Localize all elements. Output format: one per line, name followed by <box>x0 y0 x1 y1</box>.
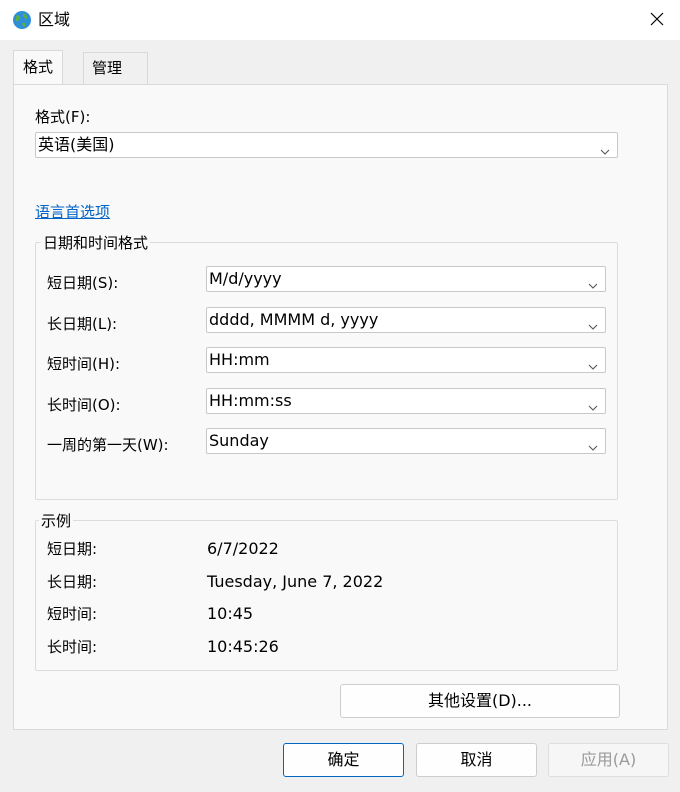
tab-strip: 格式 管理 <box>13 50 668 84</box>
tab-administrative[interactable]: 管理 <box>83 52 148 84</box>
short-date-value: M/d/yyyy <box>209 269 282 288</box>
short-time-label: 短时间(H): <box>47 355 121 373</box>
format-label: 格式(F): <box>35 108 91 126</box>
example-short-date-label: 短日期: <box>47 540 98 558</box>
globe-icon <box>12 10 32 30</box>
example-long-date-label: 长日期: <box>47 573 98 591</box>
close-icon <box>650 11 664 30</box>
apply-button[interactable]: 应用(A) <box>548 743 669 777</box>
language-preferences-link[interactable]: 语言首选项 <box>35 202 110 222</box>
long-date-select[interactable]: dddd, MMMM d, yyyy <box>206 307 606 333</box>
tab-formats[interactable]: 格式 <box>13 50 64 84</box>
example-short-date-value: 6/7/2022 <box>207 539 279 558</box>
chevron-down-icon <box>588 397 598 411</box>
additional-settings-button[interactable]: 其他设置(D)... <box>340 684 620 718</box>
cancel-button[interactable]: 取消 <box>416 743 537 777</box>
example-short-time-label: 短时间: <box>47 605 98 623</box>
chevron-down-icon <box>588 316 598 330</box>
close-button[interactable] <box>634 0 680 40</box>
chevron-down-icon <box>588 356 598 370</box>
first-day-of-week-value: Sunday <box>209 431 269 450</box>
first-day-of-week-select[interactable]: Sunday <box>206 428 606 454</box>
short-time-value: HH:mm <box>209 350 270 369</box>
examples-group-title: 示例 <box>39 512 74 530</box>
long-time-select[interactable]: HH:mm:ss <box>206 388 606 414</box>
ok-button[interactable]: 确定 <box>283 743 404 777</box>
chevron-down-icon <box>600 141 610 155</box>
long-date-label: 长日期(L): <box>47 315 118 333</box>
first-day-of-week-label: 一周的第一天(W): <box>47 436 169 454</box>
short-date-label: 短日期(S): <box>47 274 119 292</box>
datetime-group-title: 日期和时间格式 <box>41 234 151 252</box>
example-long-time-label: 长时间: <box>47 638 98 656</box>
example-long-date-value: Tuesday, June 7, 2022 <box>207 572 384 591</box>
example-long-time-value: 10:45:26 <box>207 637 279 656</box>
format-select[interactable]: 英语(美国) <box>35 132 618 158</box>
window-title: 区域 <box>38 10 71 29</box>
datetime-formats-group: 日期和时间格式 短日期(S): M/d/yyyy 长日期(L): dddd, M… <box>35 234 618 500</box>
short-time-select[interactable]: HH:mm <box>206 347 606 373</box>
format-select-value: 英语(美国) <box>38 135 115 154</box>
example-short-time-value: 10:45 <box>207 604 254 623</box>
long-time-value: HH:mm:ss <box>209 391 292 410</box>
long-date-value: dddd, MMMM d, yyyy <box>209 310 379 329</box>
chevron-down-icon <box>588 275 598 289</box>
long-time-label: 长时间(O): <box>47 396 121 414</box>
chevron-down-icon <box>588 437 598 451</box>
short-date-select[interactable]: M/d/yyyy <box>206 266 606 292</box>
examples-group: 示例 短日期: 6/7/2022 长日期: Tuesday, June 7, 2… <box>35 512 618 671</box>
tab-panel-formats: 格式(F): 英语(美国) 语言首选项 日期和时间格式 短日期(S): M/d/… <box>13 84 668 730</box>
title-bar: 区域 <box>0 0 680 40</box>
